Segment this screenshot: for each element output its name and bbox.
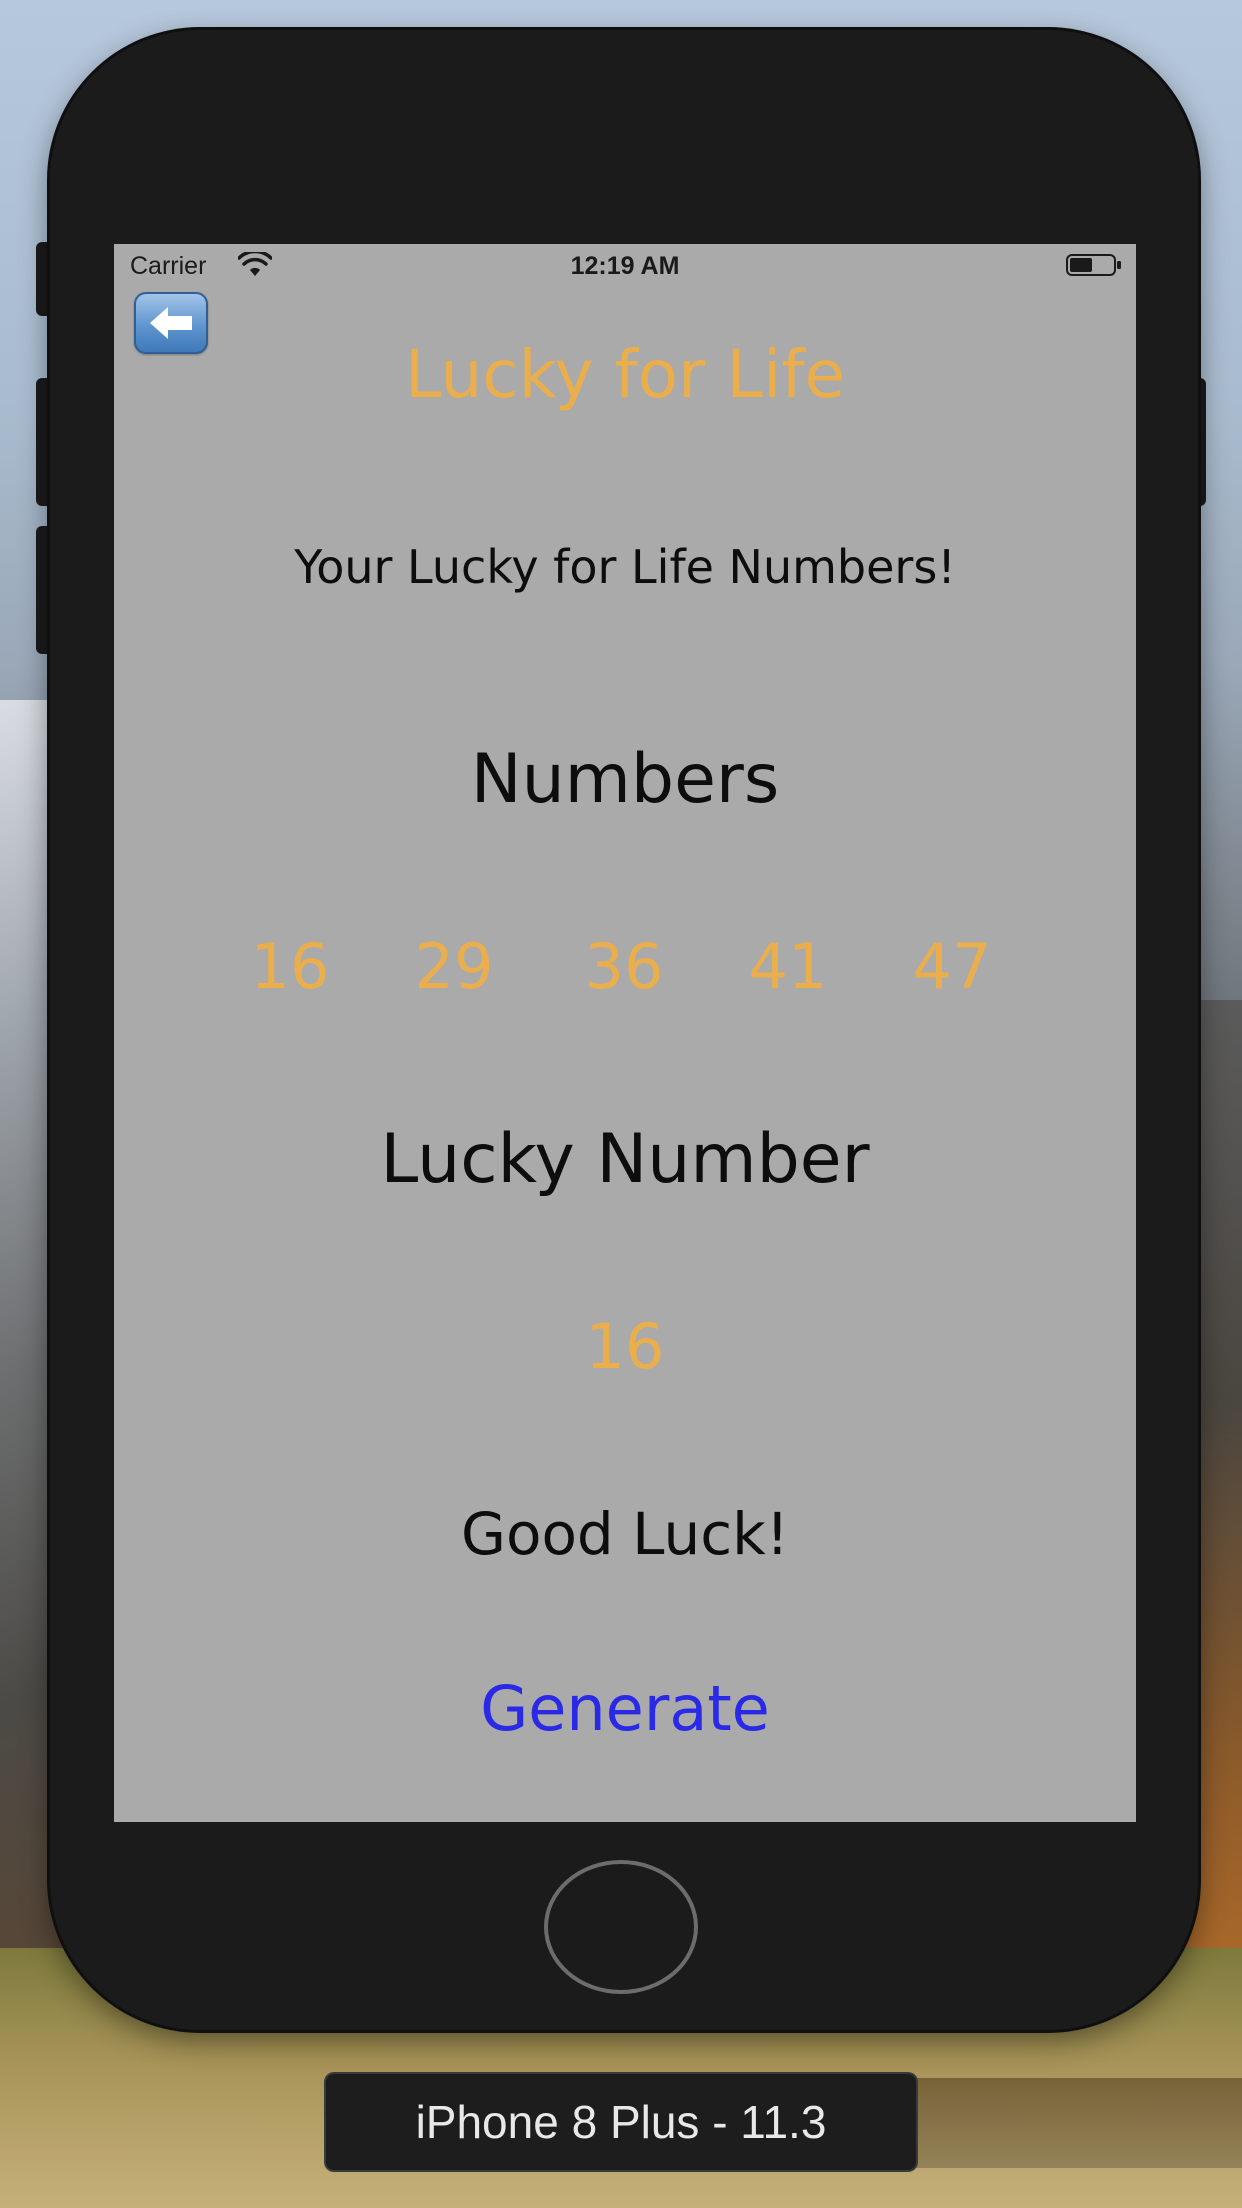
- home-button[interactable]: [544, 1860, 698, 1994]
- battery-icon: [1066, 254, 1121, 276]
- lottery-number: 36: [584, 930, 664, 1003]
- subtitle: Your Lucky for Life Numbers!: [294, 540, 956, 594]
- app-screen: Carrier 12:19 AM Lucky for Life Your Luc…: [114, 244, 1136, 1822]
- status-bar: Carrier 12:19 AM: [114, 244, 1136, 288]
- simulator-device-label: iPhone 8 Plus - 11.3: [326, 2074, 916, 2170]
- numbers-row: 16 29 36 41 47: [114, 930, 1136, 1010]
- page-title: Lucky for Life: [404, 336, 846, 413]
- status-time: 12:19 AM: [570, 252, 680, 280]
- lake: [862, 2078, 1242, 2168]
- lottery-number: 47: [912, 930, 992, 1003]
- desktop-background: Carrier 12:19 AM Lucky for Life Your Luc…: [0, 0, 1242, 2208]
- lucky-number-heading: Lucky Number: [380, 1120, 870, 1199]
- lottery-number: 41: [748, 930, 828, 1003]
- lucky-number-value: 16: [585, 1310, 665, 1383]
- numbers-heading: Numbers: [470, 740, 780, 819]
- good-luck-message: Good Luck!: [461, 1500, 789, 1568]
- lottery-number: 16: [250, 930, 330, 1003]
- lottery-number: 29: [414, 930, 494, 1003]
- generate-button[interactable]: Generate: [475, 1666, 775, 1752]
